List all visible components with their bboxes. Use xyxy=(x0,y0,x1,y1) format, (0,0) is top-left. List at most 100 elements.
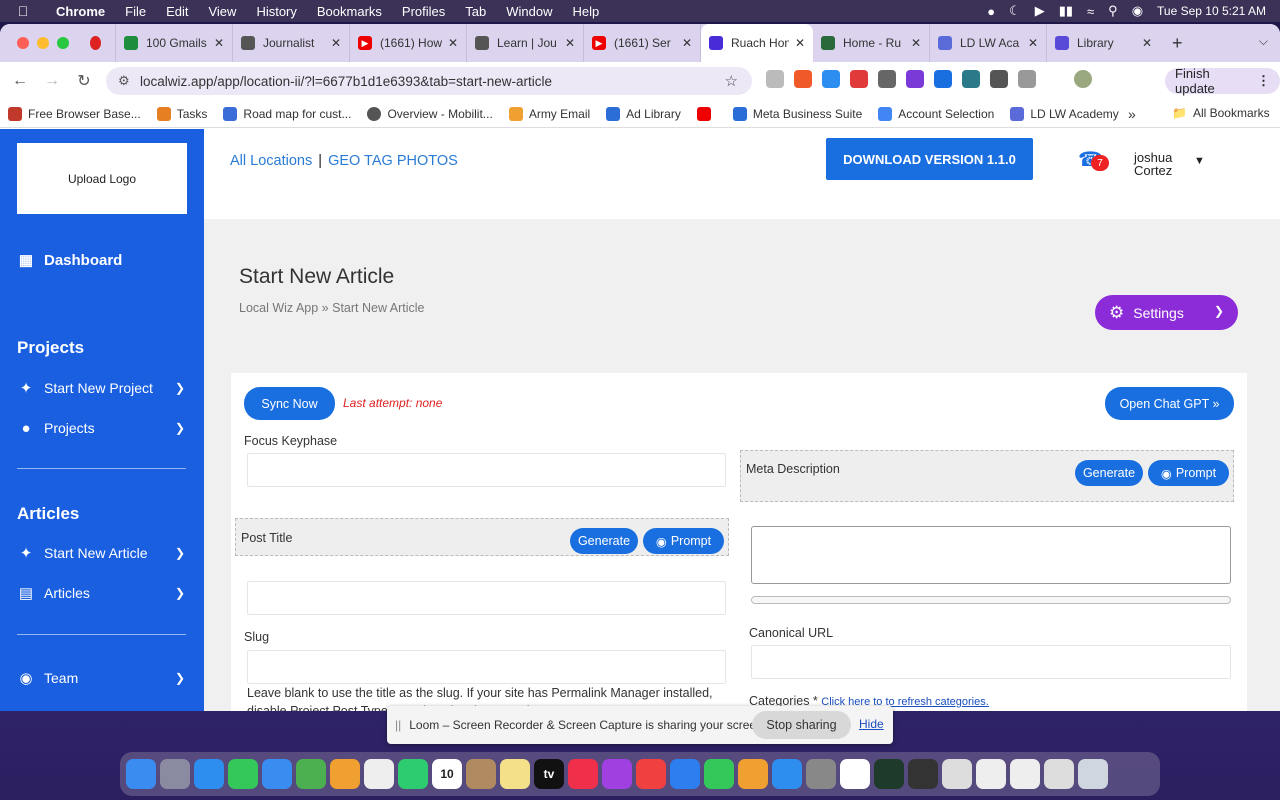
open-chat-gpt-button[interactable]: Open Chat GPT » xyxy=(1105,387,1234,420)
generate-meta-button[interactable]: Generate xyxy=(1075,460,1143,486)
media-controls-icon[interactable] xyxy=(1046,70,1064,88)
finish-update-button[interactable]: Finish update ⋮ xyxy=(1165,66,1280,96)
news-icon[interactable] xyxy=(636,759,666,789)
grammarly-extension-icon[interactable] xyxy=(794,70,812,88)
all-locations-link[interactable]: All Locations xyxy=(230,153,312,169)
bookmark-item[interactable]: LD LW Academy xyxy=(1002,106,1126,121)
bookmark-item[interactable]: Free Browser Base... xyxy=(0,106,149,121)
notes-icon[interactable] xyxy=(500,759,530,789)
stop-sharing-button[interactable]: Stop sharing xyxy=(752,711,851,739)
bookmark-item[interactable]: Army Email xyxy=(501,106,598,121)
camera-extension-icon[interactable] xyxy=(766,70,784,88)
chevron-down-icon[interactable]: ▼ xyxy=(1194,155,1205,167)
bookmark-item[interactable]: Tasks xyxy=(149,106,216,121)
tab-close-icon[interactable]: ✕ xyxy=(565,36,575,50)
launchpad-icon[interactable] xyxy=(160,759,190,789)
tab-youtube-1[interactable]: ▶ (1661) How ✕ xyxy=(350,24,467,62)
bookmark-item[interactable]: Overview - Mobilit... xyxy=(359,106,500,121)
tab-pinned-record[interactable] xyxy=(84,24,116,62)
back-button[interactable]: ← xyxy=(4,72,36,90)
menu-file[interactable]: File xyxy=(115,4,156,19)
battery-icon[interactable]: ▮▮ xyxy=(1059,3,1073,19)
slug-input[interactable] xyxy=(247,650,726,684)
facetime-icon[interactable] xyxy=(398,759,428,789)
menu-history[interactable]: History xyxy=(246,4,306,19)
more-bookmarks-icon[interactable]: » xyxy=(1128,106,1136,122)
extension-icon[interactable] xyxy=(962,70,980,88)
all-bookmarks-button[interactable]: 📁 All Bookmarks xyxy=(1172,106,1270,120)
sidebar-item-start-new-article[interactable]: ✦ Start New Article ❯ xyxy=(17,544,187,562)
extension-icon[interactable] xyxy=(850,70,868,88)
close-window-icon[interactable] xyxy=(17,37,29,49)
numbers-icon[interactable] xyxy=(704,759,734,789)
doc-2-icon[interactable] xyxy=(976,759,1006,789)
activity-monitor-icon[interactable] xyxy=(874,759,904,789)
bookmark-item[interactable]: Road map for cust... xyxy=(215,106,359,121)
tab-close-icon[interactable]: ✕ xyxy=(682,36,692,50)
hide-banner-link[interactable]: Hide xyxy=(859,717,884,731)
trash-icon[interactable] xyxy=(1078,759,1108,789)
reload-button[interactable]: ↻ xyxy=(68,71,100,91)
extension-icon[interactable] xyxy=(990,70,1008,88)
user-menu[interactable]: joshua Cortez xyxy=(1134,151,1172,177)
settings-button[interactable]: ⚙ Settings ❯ xyxy=(1095,295,1238,330)
post-title-input[interactable] xyxy=(247,581,726,615)
contacts-icon[interactable] xyxy=(466,759,496,789)
reminders-icon[interactable] xyxy=(364,759,394,789)
tab-close-icon[interactable]: ✕ xyxy=(1028,36,1038,50)
keynote-icon[interactable] xyxy=(670,759,700,789)
doc-1-icon[interactable] xyxy=(942,759,972,789)
meta-description-textarea[interactable] xyxy=(751,526,1231,584)
menu-profiles[interactable]: Profiles xyxy=(392,4,455,19)
sidebar-item-dashboard[interactable]: ▦ Dashboard xyxy=(17,251,187,270)
minimize-window-icon[interactable] xyxy=(37,37,49,49)
drag-handle-icon[interactable]: || xyxy=(395,718,401,732)
zoom-window-icon[interactable] xyxy=(57,37,69,49)
tab-journalist[interactable]: Journalist ✕ xyxy=(233,24,350,62)
focus-keyphrase-input[interactable] xyxy=(247,453,726,487)
mail-icon[interactable] xyxy=(262,759,292,789)
bookmark-star-icon[interactable]: ☆ xyxy=(725,72,738,90)
control-center-icon[interactable]: ◉ xyxy=(1132,3,1143,19)
upload-logo-button[interactable]: Upload Logo xyxy=(17,143,187,214)
tab-ruach-active[interactable]: Ruach Hon ✕ xyxy=(701,24,813,62)
tab-close-icon[interactable]: ✕ xyxy=(331,36,341,50)
music-icon[interactable] xyxy=(568,759,598,789)
menu-datetime[interactable]: Tue Sep 10 5:21 AM xyxy=(1157,4,1266,18)
bookmark-item[interactable]: Ad Library xyxy=(598,106,689,121)
calendar-icon[interactable]: 10 xyxy=(432,759,462,789)
prompt-meta-button[interactable]: ◉ Prompt xyxy=(1148,460,1229,486)
app-store-icon[interactable] xyxy=(772,759,802,789)
microphone-icon[interactable]: ● xyxy=(987,4,995,19)
download-version-button[interactable]: DOWNLOAD VERSION 1.1.0 xyxy=(826,138,1033,180)
new-tab-button[interactable]: + xyxy=(1160,33,1195,54)
location-extension-icon[interactable] xyxy=(878,70,896,88)
finder-icon[interactable] xyxy=(126,759,156,789)
tab-home[interactable]: Home - Ru ✕ xyxy=(813,24,930,62)
menu-help[interactable]: Help xyxy=(563,4,610,19)
bookmark-item[interactable]: Account Selection xyxy=(870,106,1002,121)
doc-4-icon[interactable] xyxy=(1044,759,1074,789)
pages-icon[interactable] xyxy=(738,759,768,789)
menu-edit[interactable]: Edit xyxy=(156,4,198,19)
safari-icon[interactable] xyxy=(194,759,224,789)
address-bar[interactable]: ⚙ localwiz.app/app/location-ii/?l=6677b1… xyxy=(106,67,752,95)
doc-3-icon[interactable] xyxy=(1010,759,1040,789)
menu-view[interactable]: View xyxy=(198,4,246,19)
system-settings-icon[interactable] xyxy=(806,759,836,789)
apple-icon[interactable]:  xyxy=(0,3,46,19)
tab-gmails[interactable]: 100 Gmails ✕ xyxy=(116,24,233,62)
extension-icon[interactable] xyxy=(934,70,952,88)
bookmark-item[interactable]: Meta Business Suite xyxy=(725,106,870,121)
menu-app-name[interactable]: Chrome xyxy=(46,4,115,19)
sidebar-item-start-new-project[interactable]: ✦ Start New Project ❯ xyxy=(17,379,187,397)
calculator-icon[interactable] xyxy=(908,759,938,789)
podcasts-icon[interactable] xyxy=(602,759,632,789)
photos-icon[interactable] xyxy=(330,759,360,789)
site-info-icon[interactable]: ⚙ xyxy=(118,73,130,89)
tab-search-chevron-icon[interactable]: ⌵ xyxy=(1259,34,1268,49)
profile-avatar[interactable] xyxy=(1074,70,1092,88)
tab-close-icon[interactable]: ✕ xyxy=(911,36,921,50)
tab-ld-academy[interactable]: LD LW Aca ✕ xyxy=(930,24,1047,62)
menu-window[interactable]: Window xyxy=(496,4,562,19)
